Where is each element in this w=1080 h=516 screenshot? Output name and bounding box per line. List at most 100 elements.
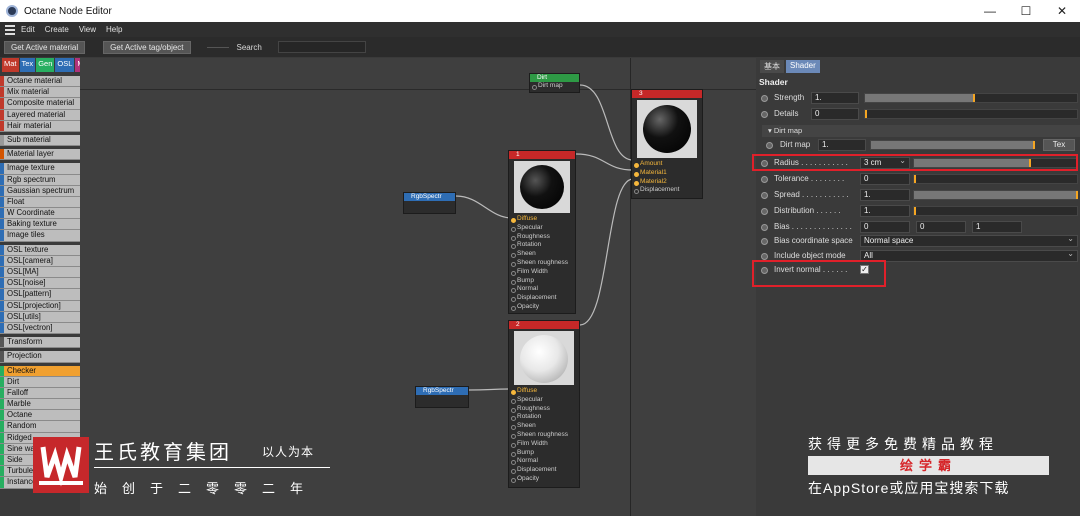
- material-node-1[interactable]: 1 Diffuse Specular Roughness Rotation Sheen S…: [508, 150, 576, 314]
- palette-item[interactable]: OSL[utils]: [0, 311, 80, 323]
- rgb-spectrum-node[interactable]: RgbSpectr: [403, 192, 456, 214]
- node-port[interactable]: Bump: [509, 277, 575, 286]
- palette-item[interactable]: Image tiles: [0, 230, 80, 242]
- bias-z-field[interactable]: 1: [972, 221, 1022, 233]
- keyframe-icon[interactable]: [761, 253, 768, 260]
- palette-item[interactable]: Hair material: [0, 120, 80, 132]
- palette-item[interactable]: Baking texture: [0, 219, 80, 231]
- node-port[interactable]: Opacity: [509, 303, 575, 312]
- node-port[interactable]: Amount: [632, 160, 702, 169]
- hamburger-icon[interactable]: [5, 23, 15, 37]
- keyframe-icon[interactable]: [761, 192, 768, 199]
- keyframe-icon[interactable]: [761, 238, 768, 245]
- mix-material-node[interactable]: 3 Amount Material1 Material2 Displacement: [631, 89, 703, 199]
- palette-item[interactable]: Mix material: [0, 87, 80, 99]
- node-port[interactable]: Roughness: [509, 405, 579, 414]
- node-port[interactable]: Film Width: [509, 268, 575, 277]
- menu-edit[interactable]: Edit: [21, 25, 35, 34]
- palette-item[interactable]: Float: [0, 196, 80, 209]
- palette-item[interactable]: Falloff: [0, 387, 80, 400]
- palette-item[interactable]: Material layer: [0, 149, 80, 161]
- node-port[interactable]: Specular: [509, 396, 579, 405]
- node-port[interactable]: Bump: [509, 449, 579, 458]
- strength-slider[interactable]: [864, 93, 1078, 103]
- node-port[interactable]: Diffuse: [509, 215, 575, 224]
- palette-item[interactable]: OSL[camera]: [0, 255, 80, 267]
- palette-item[interactable]: Layered material: [0, 109, 80, 121]
- tab-shader[interactable]: Shader: [786, 60, 820, 73]
- tolerance-slider[interactable]: [913, 174, 1078, 184]
- minimize-button[interactable]: —: [972, 0, 1008, 22]
- palette-item[interactable]: Projection: [0, 351, 80, 363]
- node-port[interactable]: Sheen: [509, 250, 575, 259]
- keyframe-icon[interactable]: [761, 224, 768, 231]
- tab-basic[interactable]: 基本: [760, 60, 784, 73]
- node-port[interactable]: Rotation: [509, 413, 579, 422]
- palette-item[interactable]: OSL[MA]: [0, 267, 80, 279]
- bias-x-field[interactable]: 0: [860, 221, 910, 233]
- keyframe-icon[interactable]: [761, 95, 768, 102]
- palette-item[interactable]: Rgb spectrum: [0, 174, 80, 186]
- filter-tab-osl[interactable]: OSL: [55, 58, 75, 72]
- palette-item[interactable]: Dirt: [0, 376, 80, 388]
- tolerance-field[interactable]: 0: [860, 173, 910, 185]
- node-port[interactable]: Sheen roughness: [509, 431, 579, 440]
- keyframe-icon[interactable]: [761, 208, 768, 215]
- node-port[interactable]: Dirt map: [530, 82, 579, 91]
- palette-item[interactable]: W Coordinate: [0, 208, 80, 220]
- dirt-node[interactable]: Dirt Dirt map: [529, 73, 580, 93]
- node-port[interactable]: Film Width: [509, 440, 579, 449]
- node-port[interactable]: Rotation: [509, 241, 575, 250]
- palette-item[interactable]: Octane: [0, 410, 80, 422]
- menu-help[interactable]: Help: [106, 25, 122, 34]
- details-slider[interactable]: [864, 109, 1078, 119]
- dirt-map-slider[interactable]: [870, 140, 1035, 150]
- tex-button[interactable]: Tex: [1043, 139, 1075, 151]
- node-port[interactable]: Material2: [632, 178, 702, 187]
- palette-item[interactable]: Checker: [0, 365, 80, 377]
- node-port[interactable]: Opacity: [509, 475, 579, 484]
- node-port[interactable]: Material1: [632, 169, 702, 178]
- spread-slider[interactable]: [913, 190, 1078, 200]
- palette-item[interactable]: OSL[vectron]: [0, 322, 80, 335]
- filter-tab-tex[interactable]: Tex: [19, 58, 36, 72]
- bias-space-select[interactable]: Normal space: [860, 234, 1078, 247]
- filter-tab-mat[interactable]: Mat: [2, 58, 19, 72]
- node-port[interactable]: Normal: [509, 285, 575, 294]
- rgb-spectrum-node[interactable]: RgbSpectr: [415, 386, 469, 408]
- details-field[interactable]: 0: [811, 108, 859, 120]
- palette-item[interactable]: OSL texture: [0, 244, 80, 256]
- palette-item[interactable]: Octane material: [0, 76, 80, 88]
- distribution-slider[interactable]: [913, 206, 1078, 216]
- maximize-button[interactable]: ☐: [1008, 0, 1044, 22]
- node-port[interactable]: Roughness: [509, 233, 575, 242]
- palette-item[interactable]: Gaussian spectrum: [0, 185, 80, 197]
- filter-tab-gen[interactable]: Gen: [36, 58, 55, 72]
- palette-item[interactable]: Sub material: [0, 134, 80, 147]
- keyframe-icon[interactable]: [766, 142, 773, 149]
- include-mode-select[interactable]: All: [860, 249, 1078, 262]
- node-port[interactable]: Sheen roughness: [509, 259, 575, 268]
- node-port[interactable]: Normal: [509, 457, 579, 466]
- menu-view[interactable]: View: [79, 25, 96, 34]
- menu-create[interactable]: Create: [45, 25, 69, 34]
- palette-item[interactable]: Image texture: [0, 163, 80, 175]
- palette-item[interactable]: Marble: [0, 399, 80, 411]
- node-port[interactable]: Displacement: [509, 466, 579, 475]
- spread-field[interactable]: 1.: [860, 189, 910, 201]
- palette-item[interactable]: Transform: [0, 337, 80, 349]
- palette-item[interactable]: OSL[pattern]: [0, 289, 80, 301]
- get-active-tag-button[interactable]: Get Active tag/object: [103, 40, 191, 54]
- palette-item[interactable]: OSL[projection]: [0, 300, 80, 312]
- node-port[interactable]: Displacement: [509, 294, 575, 303]
- palette-item[interactable]: Composite material: [0, 98, 80, 110]
- strength-field[interactable]: 1.: [811, 92, 859, 104]
- bias-y-field[interactable]: 0: [916, 221, 966, 233]
- node-port[interactable]: Displacement: [632, 186, 702, 195]
- node-port[interactable]: Specular: [509, 224, 575, 233]
- search-input[interactable]: [277, 41, 366, 53]
- close-button[interactable]: ✕: [1044, 0, 1080, 22]
- keyframe-icon[interactable]: [761, 176, 768, 183]
- material-node-2[interactable]: 2 Diffuse Specular Roughness Rotation Sheen S…: [508, 320, 580, 488]
- keyframe-icon[interactable]: [761, 111, 768, 118]
